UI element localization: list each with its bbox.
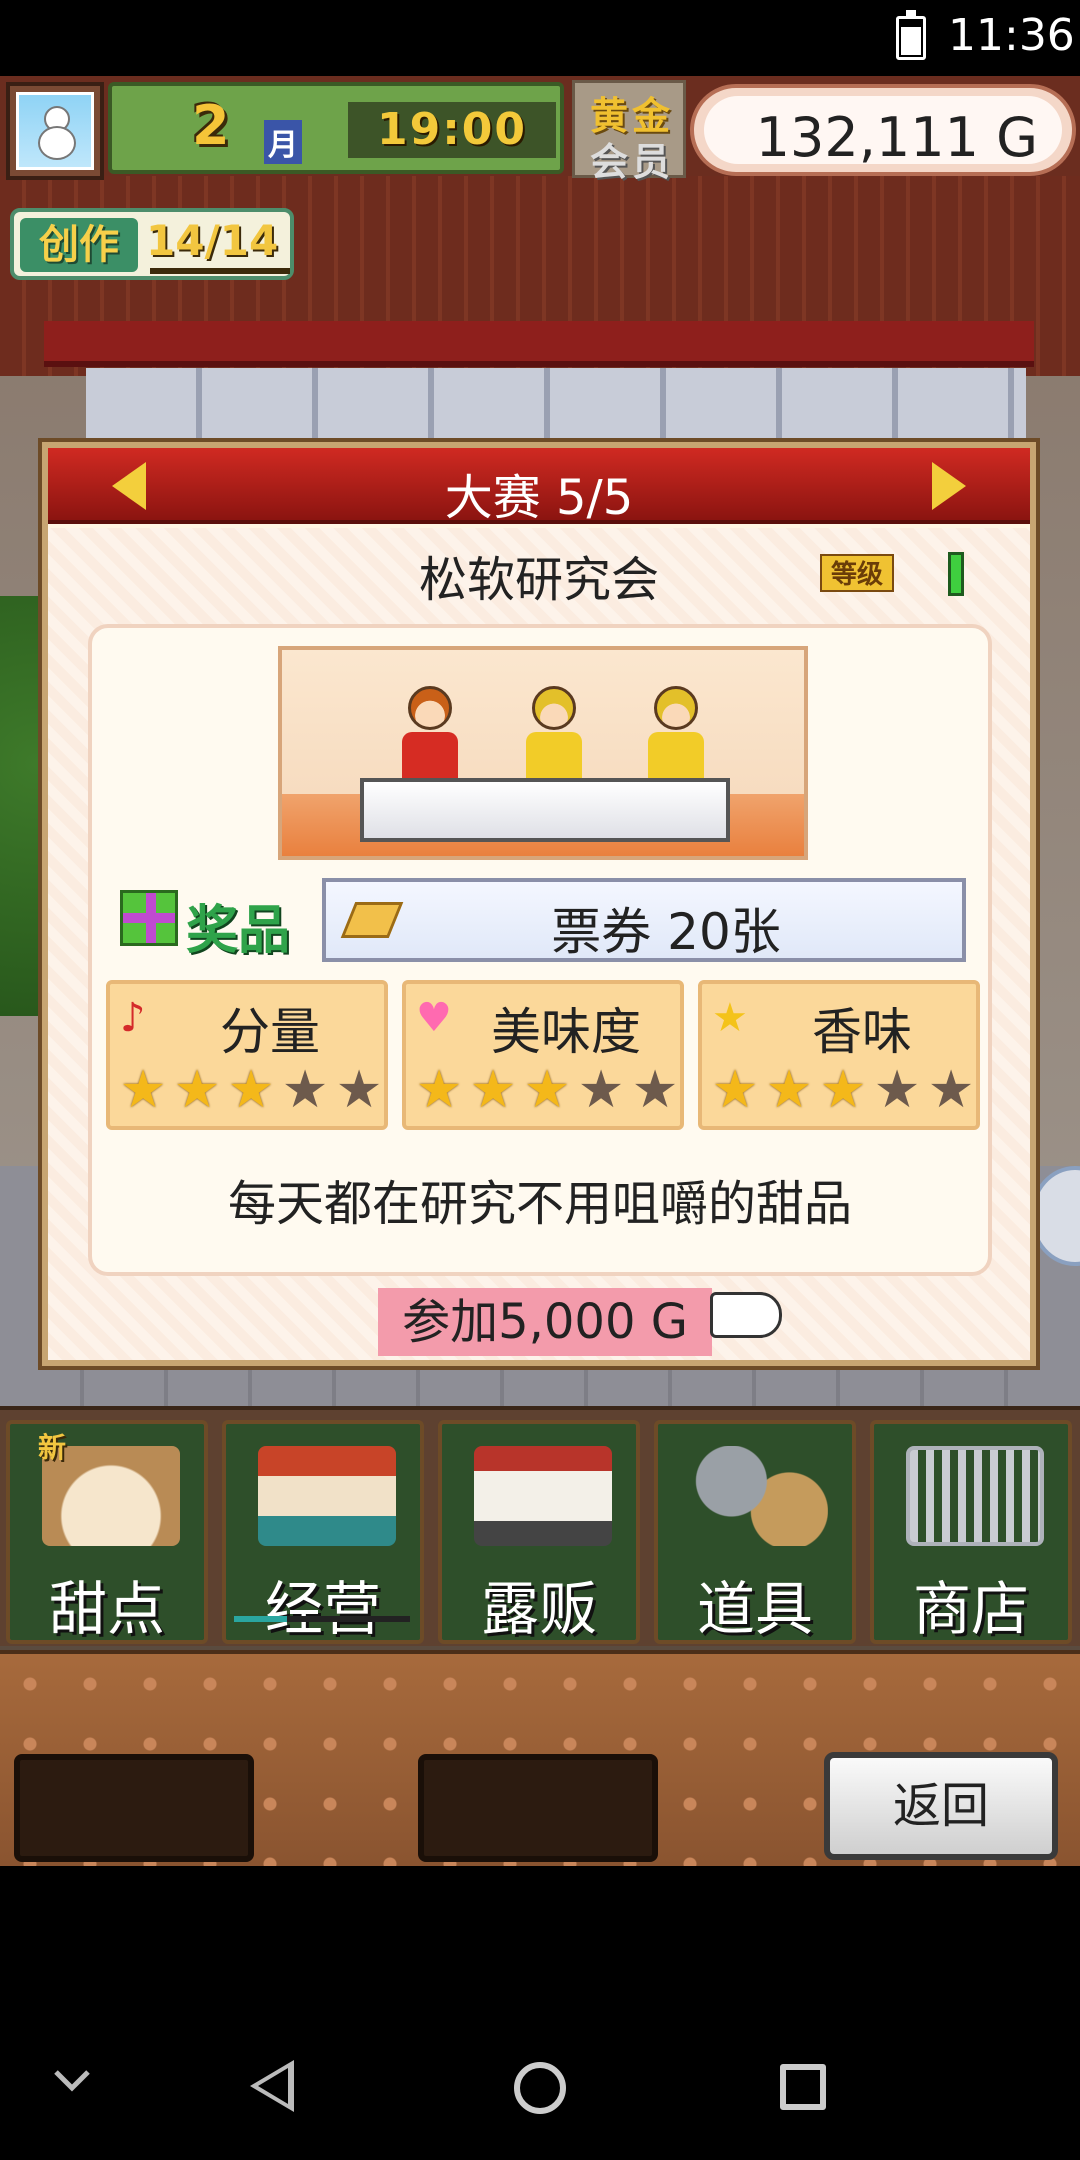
- create-underline: [150, 268, 290, 274]
- dialog-body: 松软研究会 等级 奖品 票券 20张 ♪ 分量 ★ ★ ★ ★ ★ ♥ 美味度 …: [48, 528, 1030, 1360]
- star-empty-icon: ★: [631, 1060, 679, 1120]
- next-arrow-icon[interactable]: [932, 462, 966, 510]
- star-filled-icon: ★: [819, 1060, 867, 1120]
- game-clock: 19:00: [348, 102, 556, 158]
- prize-row: 奖品 票券 20张: [112, 874, 972, 966]
- empty-slot: [14, 1754, 254, 1862]
- star-filled-icon: ★: [415, 1060, 463, 1120]
- bottom-panel: 返回: [0, 1650, 1080, 1866]
- prize-label: 奖品: [186, 901, 291, 961]
- grade-label: 等级: [820, 554, 894, 592]
- prize-box: 票券 20张: [322, 878, 966, 962]
- star-rating: ★ ★ ★ ★ ★: [708, 1062, 978, 1118]
- ticket-icon: [340, 902, 404, 938]
- gear-bag-icon: [690, 1446, 828, 1546]
- gold-member-badge[interactable]: 黄金 会员: [572, 80, 686, 184]
- star-filled-icon: ★: [523, 1060, 571, 1120]
- game-time: 19:00: [376, 104, 528, 155]
- month-unit: 月: [264, 120, 302, 164]
- menu-label: 经营: [264, 1575, 381, 1643]
- join-contest-button[interactable]: 参加5,000 G: [378, 1288, 712, 1356]
- star-empty-icon: ★: [873, 1060, 921, 1120]
- main-menu: 新 甜点 经营 露贩 道具 商店: [0, 1406, 1080, 1646]
- empty-slot: [418, 1754, 658, 1862]
- status-bar: 11:36: [0, 0, 1080, 76]
- menu-store[interactable]: 商店: [870, 1420, 1072, 1644]
- star-icon: ★: [712, 995, 748, 1041]
- menu-items[interactable]: 道具: [654, 1420, 856, 1644]
- gift-icon: [120, 890, 178, 946]
- stat-aroma: ★ 香味 ★ ★ ★ ★ ★: [698, 980, 980, 1130]
- star-filled-icon: ★: [173, 1060, 221, 1120]
- star-empty-icon: ★: [577, 1060, 625, 1120]
- home-icon[interactable]: [514, 2062, 566, 2114]
- stat-panels: ♪ 分量 ★ ★ ★ ★ ★ ♥ 美味度 ★ ★ ★ ★ ★ ★ 香味 ★ ★ ★ ★ ★: [106, 980, 982, 1130]
- contest-title: 大赛 5/5: [444, 470, 634, 526]
- contest-card: 奖品 票券 20张 ♪ 分量 ★ ★ ★ ★ ★ ♥ 美味度 ★ ★ ★ ★ ★…: [88, 624, 992, 1276]
- menu-manage[interactable]: 经营: [222, 1420, 424, 1644]
- star-empty-icon: ★: [281, 1060, 329, 1120]
- star-filled-icon: ★: [765, 1060, 813, 1120]
- member-line-2: 会员: [589, 140, 674, 184]
- manage-progress-underline: [234, 1616, 410, 1622]
- music-note-icon: ♪: [120, 995, 146, 1041]
- new-badge: 新: [38, 1431, 67, 1464]
- menu-label: 道具: [696, 1575, 813, 1643]
- create-label: 创作: [20, 218, 138, 272]
- star-empty-icon: ★: [927, 1060, 975, 1120]
- stat-name: 分量: [220, 1003, 320, 1061]
- dialog-header: 大赛 5/5: [48, 448, 1030, 526]
- menu-stall[interactable]: 露贩: [438, 1420, 640, 1644]
- battery-icon: [896, 10, 926, 60]
- star-filled-icon: ★: [469, 1060, 517, 1120]
- snowman-icon: [36, 106, 76, 160]
- team-description: 每天都在研究不用咀嚼的甜品: [227, 1176, 852, 1232]
- shop-awning: [44, 321, 1034, 367]
- create-count: 14/14: [146, 216, 279, 265]
- food-truck-icon: [474, 1446, 612, 1546]
- stat-name: 香味: [812, 1003, 912, 1061]
- status-clock: 11:36: [948, 10, 1075, 61]
- menu-label: 商店: [912, 1575, 1029, 1643]
- money-display: 132,111 G: [690, 84, 1076, 176]
- grade-bar: [948, 552, 964, 596]
- month-number: 2: [192, 94, 230, 157]
- team-scene-image: [278, 646, 808, 860]
- create-counter: 创作 14/14: [10, 208, 294, 280]
- star-empty-icon: ★: [335, 1060, 383, 1120]
- menu-label: 露贩: [480, 1575, 597, 1643]
- pointing-hand-icon: [710, 1292, 782, 1338]
- prize-value: 票券 20张: [551, 903, 781, 961]
- chevron-down-icon[interactable]: [50, 2058, 94, 2102]
- date-time-bar: 2 月 19:00: [108, 82, 564, 174]
- stat-volume: ♪ 分量 ★ ★ ★ ★ ★: [106, 980, 388, 1130]
- shopping-cart-icon: [906, 1446, 1044, 1546]
- star-filled-icon: ★: [119, 1060, 167, 1120]
- back-button[interactable]: 返回: [824, 1752, 1058, 1860]
- star-rating: ★ ★ ★ ★ ★: [412, 1062, 682, 1118]
- player-avatar[interactable]: [6, 82, 104, 180]
- navigation-bar: [0, 1866, 1080, 2160]
- shop-icon: [258, 1446, 396, 1546]
- star-filled-icon: ★: [227, 1060, 275, 1120]
- recents-icon[interactable]: [780, 2064, 826, 2110]
- menu-desserts[interactable]: 新 甜点: [6, 1420, 208, 1644]
- judging-counter: [360, 778, 730, 842]
- stat-taste: ♥ 美味度 ★ ★ ★ ★ ★: [402, 980, 684, 1130]
- heart-icon: ♥: [416, 995, 452, 1041]
- stat-name: 美味度: [491, 1003, 641, 1061]
- star-filled-icon: ★: [711, 1060, 759, 1120]
- contest-dialog: 大赛 5/5 松软研究会 等级 奖品 票券 20张 ♪ 分量 ★ ★ ★ ★ ★…: [42, 442, 1036, 1366]
- back-icon[interactable]: [250, 2060, 294, 2112]
- menu-label: 甜点: [48, 1575, 165, 1643]
- game-screen: 2 月 19:00 黄金 会员 132,111 G 创作 14/14 大赛 5/…: [0, 76, 1080, 1866]
- money-value: 132,111 G: [755, 106, 1038, 169]
- star-rating: ★ ★ ★ ★ ★: [116, 1062, 386, 1118]
